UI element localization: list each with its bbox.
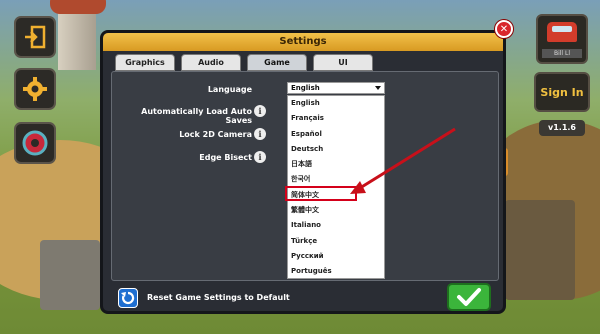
- red-arrow-annotation: [350, 127, 456, 194]
